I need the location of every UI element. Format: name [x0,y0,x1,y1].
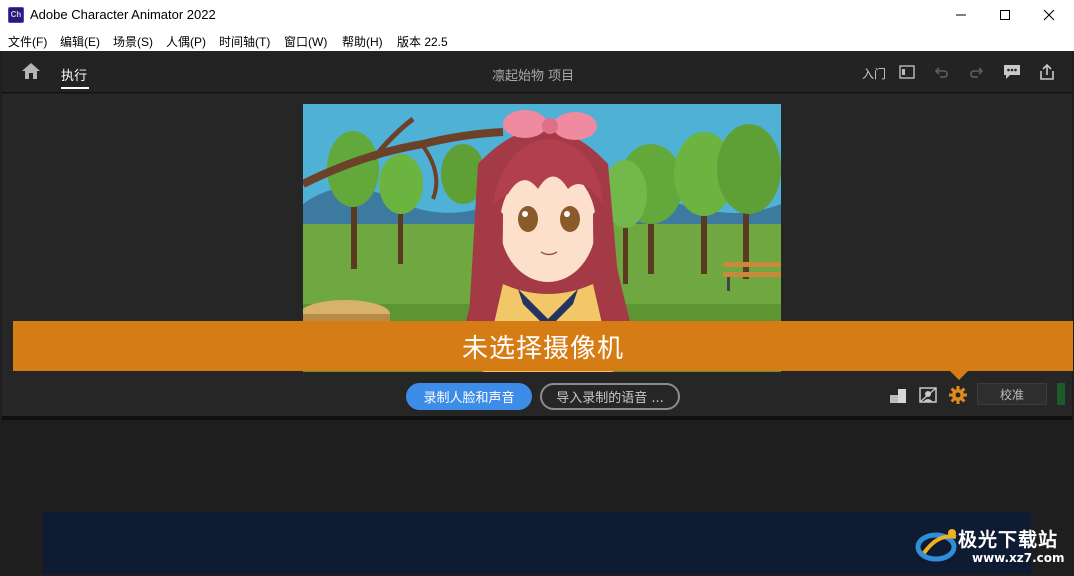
tab-active-indicator [61,87,89,89]
watermark-url: www.xz7.com [972,551,1065,565]
feedback-icon [1004,65,1020,79]
no-camera-message: 未选择摄像机 [461,333,624,364]
arrange-icon [890,389,906,403]
timeline-panel [2,420,1072,574]
minimize-icon [956,14,966,16]
menu-puppet[interactable]: 人偶(P) [166,33,206,50]
share-button[interactable] [1038,63,1056,81]
audio-level-meter [1057,383,1065,405]
calibrate-button[interactable]: 校准 [977,383,1047,405]
feedback-button[interactable] [1003,63,1021,81]
undo-icon [934,67,948,78]
share-icon [1040,63,1054,80]
menu-file[interactable]: 文件(F) [8,33,47,50]
banner-pointer [950,371,968,380]
window-title: Adobe Character Animator 2022 [30,7,216,22]
no-camera-banner: 未选择摄像机 [13,321,1073,371]
close-icon [1043,9,1055,21]
redo-icon [970,67,984,78]
settings-button[interactable] [948,385,968,405]
app-header: 执行 凛起始物 项目 入门 [2,51,1072,93]
scene-panel: 未选择摄像机 录制人脸和声音 导入录制的语音 ... 校准 [2,94,1073,416]
undo-button[interactable] [932,63,950,81]
camera-mirror-button[interactable] [918,385,938,405]
home-button[interactable] [20,61,42,81]
menu-scene[interactable]: 场景(S) [113,33,153,50]
redo-button[interactable] [968,63,986,81]
menu-bar: 文件(F) 编辑(E) 场景(S) 人偶(P) 时间轴(T) 窗口(W) 帮助(… [0,30,1074,51]
menu-help[interactable]: 帮助(H) [342,33,383,50]
title-bar: Ch Adobe Character Animator 2022 [0,0,1074,30]
camera-mirror-icon [919,387,937,403]
tab-perform[interactable]: 执行 [61,65,87,84]
import-audio-button[interactable]: 导入录制的语音 ... [540,383,680,410]
panel-layout-icon [899,65,915,79]
learn-link[interactable]: 入门 [862,65,886,82]
menu-version[interactable]: 版本 22.5 [397,33,448,50]
menu-timeline[interactable]: 时间轴(T) [219,33,270,50]
watermark-title: 极光下载站 [958,529,1059,551]
minimize-button[interactable] [938,0,984,30]
app-window: Ch Adobe Character Animator 2022 文件(F) 编… [0,0,1074,576]
app-logo-icon: Ch [8,7,24,23]
menu-edit[interactable]: 编辑(E) [60,33,100,50]
watermark-logo-icon [915,529,957,562]
settings-gear-icon [949,386,967,404]
timeline-track[interactable] [43,512,1031,574]
project-title: 凛起始物 项目 [492,69,575,84]
arrange-button[interactable] [888,385,908,405]
close-button[interactable] [1026,0,1072,30]
home-icon [22,63,40,79]
record-face-voice-button[interactable]: 录制人脸和声音 [406,383,532,410]
maximize-button[interactable] [982,0,1028,30]
site-watermark: 极光下载站 www.xz7.com [914,521,1070,569]
menu-window[interactable]: 窗口(W) [284,33,327,50]
panel-layout-button[interactable] [898,63,916,81]
maximize-icon [1000,10,1010,20]
